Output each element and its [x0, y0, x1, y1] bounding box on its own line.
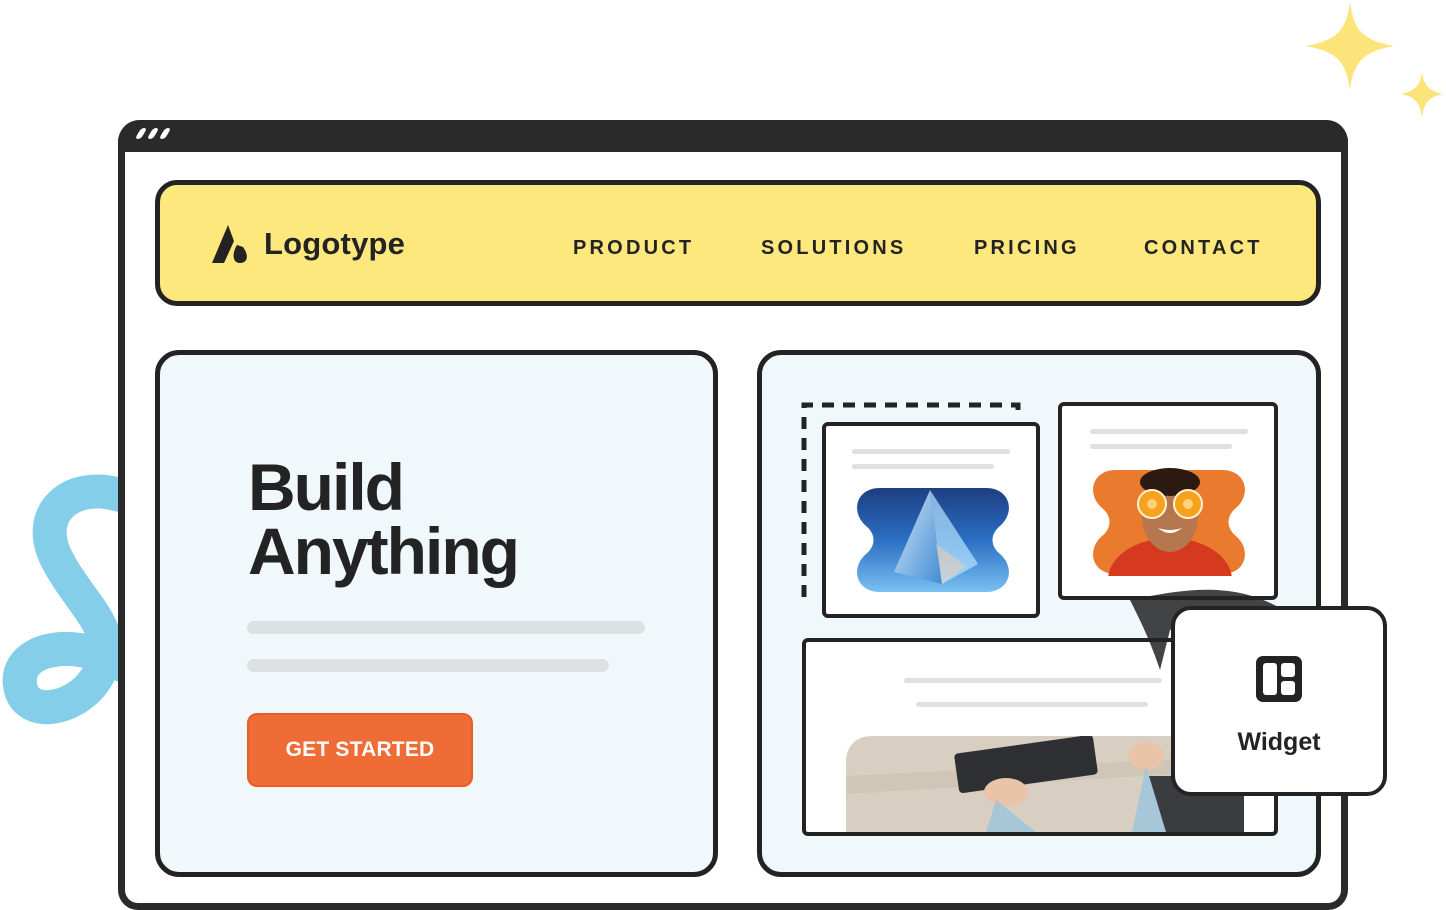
- layout-grid-icon: [1256, 656, 1302, 702]
- text-placeholder-line: [852, 464, 994, 469]
- blue-swirl-decoration: [2, 474, 130, 725]
- nav-item-contact[interactable]: CONTACT: [1144, 237, 1263, 260]
- window-dot[interactable]: [158, 128, 172, 139]
- nav-item-solutions[interactable]: SOLUTIONS: [761, 237, 906, 260]
- text-placeholder-line: [1090, 429, 1248, 434]
- logo-mark-icon: [212, 225, 247, 263]
- text-placeholder-line: [247, 659, 609, 672]
- logo-text: Logotype: [264, 226, 406, 261]
- hero-title-line: Anything: [248, 514, 520, 588]
- text-placeholder-line: [1090, 444, 1232, 449]
- sparkle-decoration: [1306, 2, 1443, 118]
- get-started-button[interactable]: GET STARTED: [247, 713, 473, 787]
- text-placeholder-line: [916, 702, 1148, 707]
- site-logo[interactable]: Logotype: [210, 223, 405, 265]
- site-navbar: Logotype PRODUCT SOLUTIONS PRICING CONTA…: [155, 180, 1321, 306]
- hero-panel: Build Anything GET STARTED: [155, 350, 718, 877]
- nav-item-pricing[interactable]: PRICING: [974, 237, 1080, 260]
- widget-card[interactable]: Widget: [1171, 606, 1387, 796]
- window-dot[interactable]: [146, 128, 160, 139]
- nav-item-product[interactable]: PRODUCT: [573, 237, 694, 260]
- widget-label: Widget: [1237, 728, 1321, 756]
- glass-prism-image: [857, 488, 1009, 592]
- window-dot[interactable]: [134, 128, 148, 139]
- text-placeholder-line: [852, 449, 1010, 454]
- image-card[interactable]: [822, 422, 1040, 618]
- window-controls[interactable]: [134, 128, 172, 139]
- hero-title-line: Build: [248, 450, 405, 524]
- browser-window: Logotype PRODUCT SOLUTIONS PRICING CONTA…: [118, 120, 1348, 910]
- text-placeholder-line: [247, 621, 645, 634]
- hero-title: Build Anything: [248, 454, 520, 584]
- browser-titlebar: [118, 120, 1348, 152]
